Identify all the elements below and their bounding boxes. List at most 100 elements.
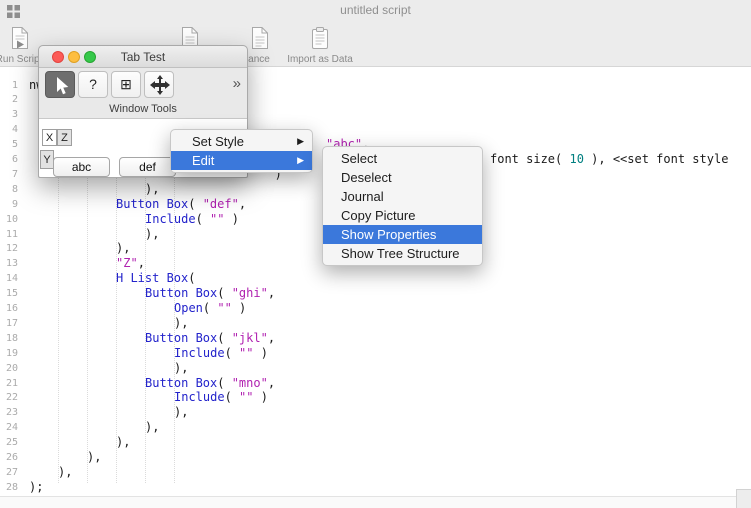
tab-z[interactable]: Z	[57, 129, 72, 146]
line-number: 9	[0, 197, 18, 212]
toolbar-toolbar-tool-3[interactable]: ance	[244, 25, 274, 65]
toolbar-label: ance	[248, 54, 270, 65]
line-number: 23	[0, 405, 18, 420]
clipboard-icon	[307, 25, 333, 51]
menu-item-show-tree-structure[interactable]: Show Tree Structure	[323, 244, 482, 263]
line-number: 7	[0, 167, 18, 182]
window-grid-icon	[7, 5, 20, 18]
code-line-26: 26),	[0, 450, 751, 465]
code-text: Button Box( "mno",	[145, 376, 275, 391]
code-text: ),	[116, 435, 130, 450]
menu-item-edit[interactable]: Edit ▶	[171, 151, 312, 170]
code-line-17: 17),	[0, 316, 751, 331]
line-number: 11	[0, 227, 18, 242]
line-number: 3	[0, 107, 18, 122]
line-number: 15	[0, 286, 18, 301]
toolbar-label: Import as Data	[287, 54, 353, 65]
code-line-16: 16 Open( "" )	[0, 301, 751, 316]
submenu-arrow-icon: ▶	[297, 151, 304, 170]
menu-item-label: Journal	[341, 189, 384, 204]
code-line-23: 23),	[0, 405, 751, 420]
menu-item-set-style[interactable]: Set Style ▶	[171, 132, 312, 151]
code-text: ),	[174, 405, 188, 420]
code-text: Button Box( "def",	[116, 197, 246, 212]
line-number: 16	[0, 301, 18, 316]
tab-test-titlebar[interactable]: Tab Test	[39, 46, 247, 68]
line-number: 2	[0, 92, 18, 107]
code-line-19: 19Include( "" )	[0, 346, 751, 361]
edit-submenu: Select Deselect Journal Copy Picture Show Pr…	[322, 146, 483, 266]
code-text: font size( 10 ), <<set font style	[490, 152, 728, 167]
code-line-25: 25),	[0, 435, 751, 450]
def-button[interactable]: def	[119, 157, 176, 177]
code-text: ),	[174, 316, 188, 331]
menu-item-label: Copy Picture	[341, 208, 415, 223]
code-line-18: 18Button Box( "jkl",	[0, 331, 751, 346]
page-run-icon	[6, 25, 32, 51]
line-number: 13	[0, 256, 18, 271]
menu-item-label: Set Style	[192, 134, 244, 149]
line-number: 6	[0, 152, 18, 167]
tab-y[interactable]: Y	[40, 150, 54, 169]
code-text: ),	[145, 227, 159, 242]
context-menu: Set Style ▶ Edit ▶	[170, 129, 313, 173]
line-number: 28	[0, 480, 18, 495]
line-number: 27	[0, 465, 18, 480]
horizontal-scrollbar[interactable]	[0, 496, 736, 508]
code-text: ),	[174, 361, 188, 376]
code-text: Open( "" )	[174, 301, 246, 316]
menu-item-journal[interactable]: Journal	[323, 187, 482, 206]
code-line-20: 20),	[0, 361, 751, 376]
line-number: 22	[0, 390, 18, 405]
page-icon	[246, 25, 272, 51]
pointer-tool[interactable]	[45, 71, 75, 98]
window-title: untitled script	[0, 3, 751, 17]
submenu-arrow-icon: ▶	[297, 132, 304, 151]
line-number: 18	[0, 331, 18, 346]
code-line-27: 27),	[0, 465, 751, 480]
code-line-22: 22 Include( "" )	[0, 390, 751, 405]
tab-x[interactable]: X	[42, 129, 57, 146]
code-text: ),	[116, 241, 130, 256]
line-number: 1	[0, 78, 18, 93]
toolbar-run-script[interactable]: Run Script	[4, 25, 34, 65]
menu-item-show-properties[interactable]: Show Properties	[323, 225, 482, 244]
code-text: ),	[87, 450, 101, 465]
line-number: 24	[0, 420, 18, 435]
code-line-24: 24),	[0, 420, 751, 435]
menu-item-copy-picture[interactable]: Copy Picture	[323, 206, 482, 225]
menu-item-label: Select	[341, 151, 377, 166]
line-number: 26	[0, 450, 18, 465]
menu-item-label: Edit	[192, 153, 214, 168]
code-text: ),	[58, 465, 72, 480]
code-text: Include( "" )	[174, 346, 268, 361]
menu-item-label: Show Tree Structure	[341, 246, 460, 261]
toolbar-overflow-chevron[interactable]: »	[233, 75, 241, 92]
move-tool[interactable]	[144, 71, 174, 98]
menu-item-label: Deselect	[341, 170, 392, 185]
code-text: ),	[145, 420, 159, 435]
menu-item-select[interactable]: Select	[323, 149, 482, 168]
code-text: Button Box( "ghi",	[145, 286, 275, 301]
app-window: 1nw2345"abc",6font size( 10 ), <<set fon…	[0, 0, 751, 508]
line-number: 8	[0, 182, 18, 197]
line-number: 10	[0, 212, 18, 227]
line-number: 4	[0, 122, 18, 137]
menu-item-deselect[interactable]: Deselect	[323, 168, 482, 187]
code-text: Include( "" )	[145, 212, 239, 227]
line-number: 14	[0, 271, 18, 286]
add-window-tool[interactable]: ⊞	[111, 71, 141, 98]
line-number: 21	[0, 376, 18, 391]
help-tool[interactable]: ?	[78, 71, 108, 98]
line-number: 12	[0, 241, 18, 256]
abc-button[interactable]: abc	[53, 157, 110, 177]
code-text: "Z",	[116, 256, 145, 271]
toolbar-import-as-data[interactable]: Import as Data	[305, 25, 335, 65]
menu-item-label: Show Properties	[341, 227, 436, 242]
code-text: H List Box(	[116, 271, 195, 286]
code-line-28: 28);	[0, 480, 751, 495]
window-tools-label: Window Tools	[39, 103, 247, 115]
code-text: Include( "" )	[174, 390, 268, 405]
line-number: 20	[0, 361, 18, 376]
code-line-21: 21 Button Box( "mno",	[0, 376, 751, 391]
